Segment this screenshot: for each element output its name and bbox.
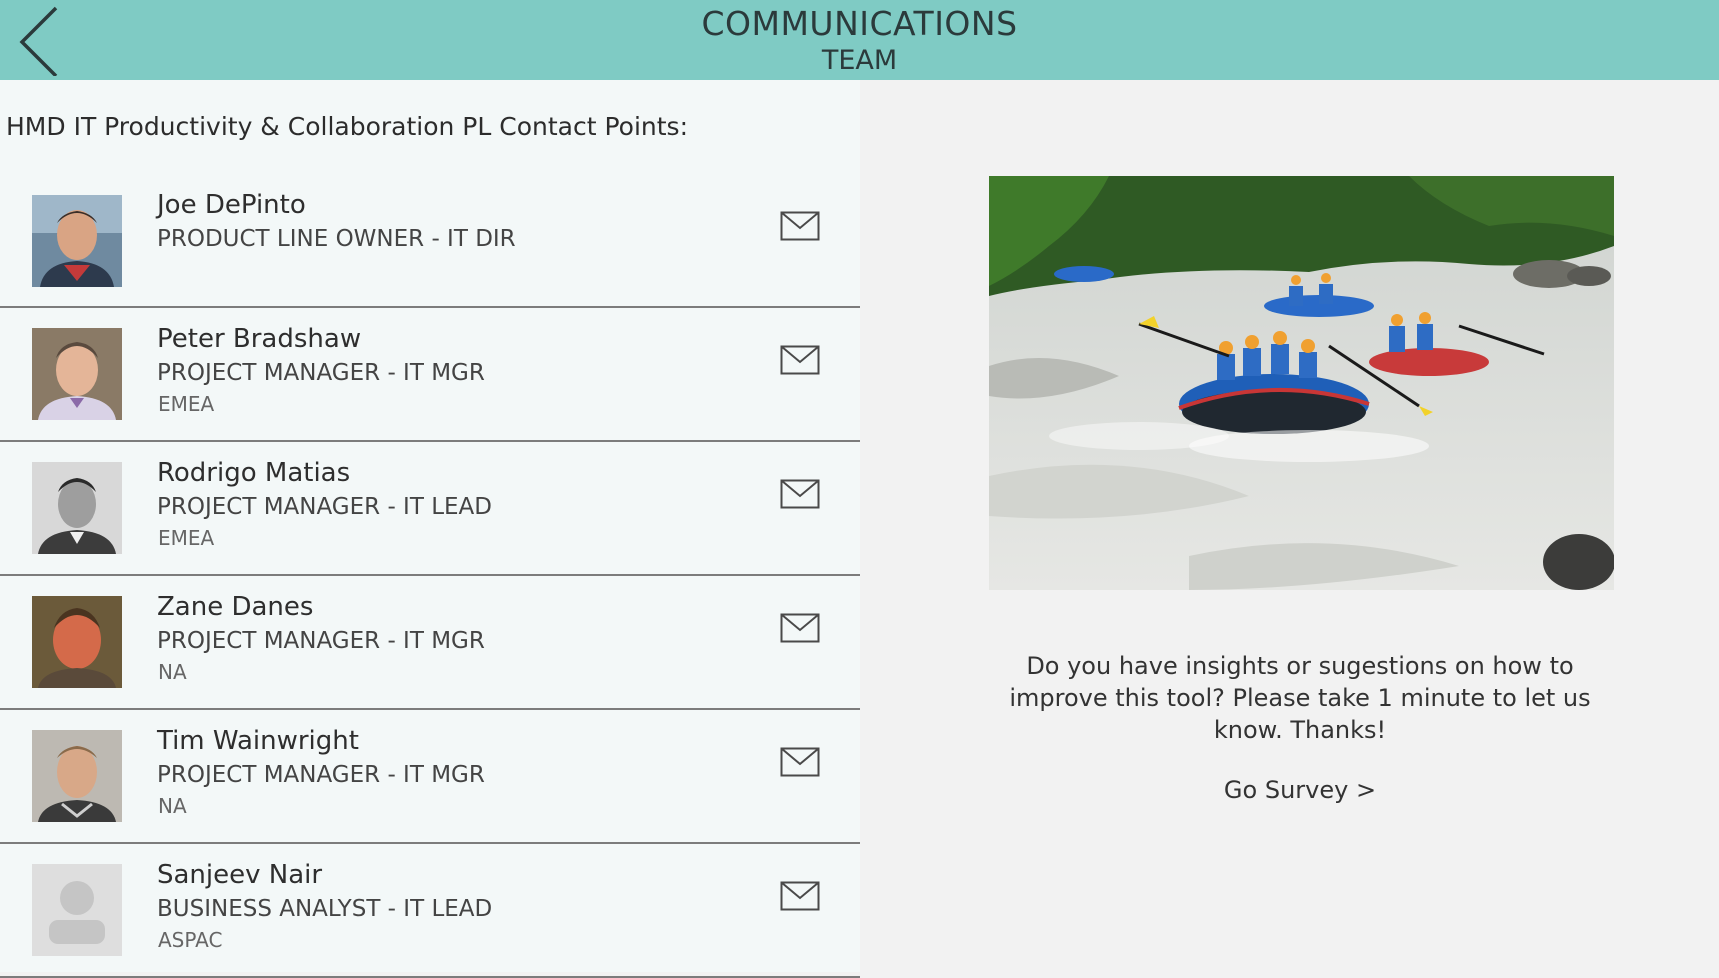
contact-list-panel: HMD IT Productivity & Collaboration PL C… xyxy=(0,80,860,978)
contact-role: BUSINESS ANALYST - IT LEAD xyxy=(157,896,493,922)
contact-region: EMEA xyxy=(158,392,215,416)
avatar xyxy=(32,730,122,822)
rafting-photo xyxy=(989,176,1614,590)
avatar xyxy=(32,195,122,287)
contact-role: PROJECT MANAGER - IT MGR xyxy=(157,360,485,386)
mail-icon[interactable] xyxy=(780,211,820,241)
contact-name: Joe DePinto xyxy=(157,190,306,220)
mail-icon[interactable] xyxy=(780,881,820,911)
avatar xyxy=(32,596,122,688)
contact-role: PROJECT MANAGER - IT MGR xyxy=(157,628,485,654)
contact-row[interactable]: Peter Bradshaw PROJECT MANAGER - IT MGR … xyxy=(0,308,860,442)
mail-icon[interactable] xyxy=(780,345,820,375)
contact-row[interactable]: Joe DePinto PRODUCT LINE OWNER - IT DIR xyxy=(0,174,860,308)
page-title: COMMUNICATIONS xyxy=(701,4,1018,43)
contact-row[interactable]: Zane Danes PROJECT MANAGER - IT MGR NA xyxy=(0,576,860,710)
contact-name: Rodrigo Matias xyxy=(157,458,351,488)
mail-icon[interactable] xyxy=(780,747,820,777)
avatar xyxy=(32,462,122,554)
contact-region: ASPAC xyxy=(158,928,223,952)
avatar-placeholder xyxy=(32,864,122,956)
contact-region: NA xyxy=(158,660,187,684)
survey-prompt: Do you have insights or sugestions on ho… xyxy=(1009,652,1591,744)
contact-name: Peter Bradshaw xyxy=(157,324,362,354)
go-survey-link[interactable]: Go Survey > xyxy=(1000,776,1600,804)
contact-row[interactable]: Sanjeev Nair BUSINESS ANALYST - IT LEAD … xyxy=(0,844,860,978)
mail-icon[interactable] xyxy=(780,479,820,509)
contact-row[interactable]: Rodrigo Matias PROJECT MANAGER - IT LEAD… xyxy=(0,442,860,576)
section-title: HMD IT Productivity & Collaboration PL C… xyxy=(6,112,688,141)
contact-region: NA xyxy=(158,794,187,818)
header-bar: COMMUNICATIONS TEAM xyxy=(0,0,1719,80)
contact-row[interactable]: Tim Wainwright PROJECT MANAGER - IT MGR … xyxy=(0,710,860,844)
contact-role: PRODUCT LINE OWNER - IT DIR xyxy=(157,226,516,252)
contact-name: Tim Wainwright xyxy=(157,726,359,756)
avatar xyxy=(32,328,122,420)
contact-role: PROJECT MANAGER - IT MGR xyxy=(157,762,485,788)
contact-role: PROJECT MANAGER - IT LEAD xyxy=(157,494,492,520)
contact-region: EMEA xyxy=(158,526,215,550)
contact-name: Zane Danes xyxy=(157,592,314,622)
contact-name: Sanjeev Nair xyxy=(157,860,323,890)
mail-icon[interactable] xyxy=(780,613,820,643)
page-subtitle: TEAM xyxy=(821,45,898,76)
